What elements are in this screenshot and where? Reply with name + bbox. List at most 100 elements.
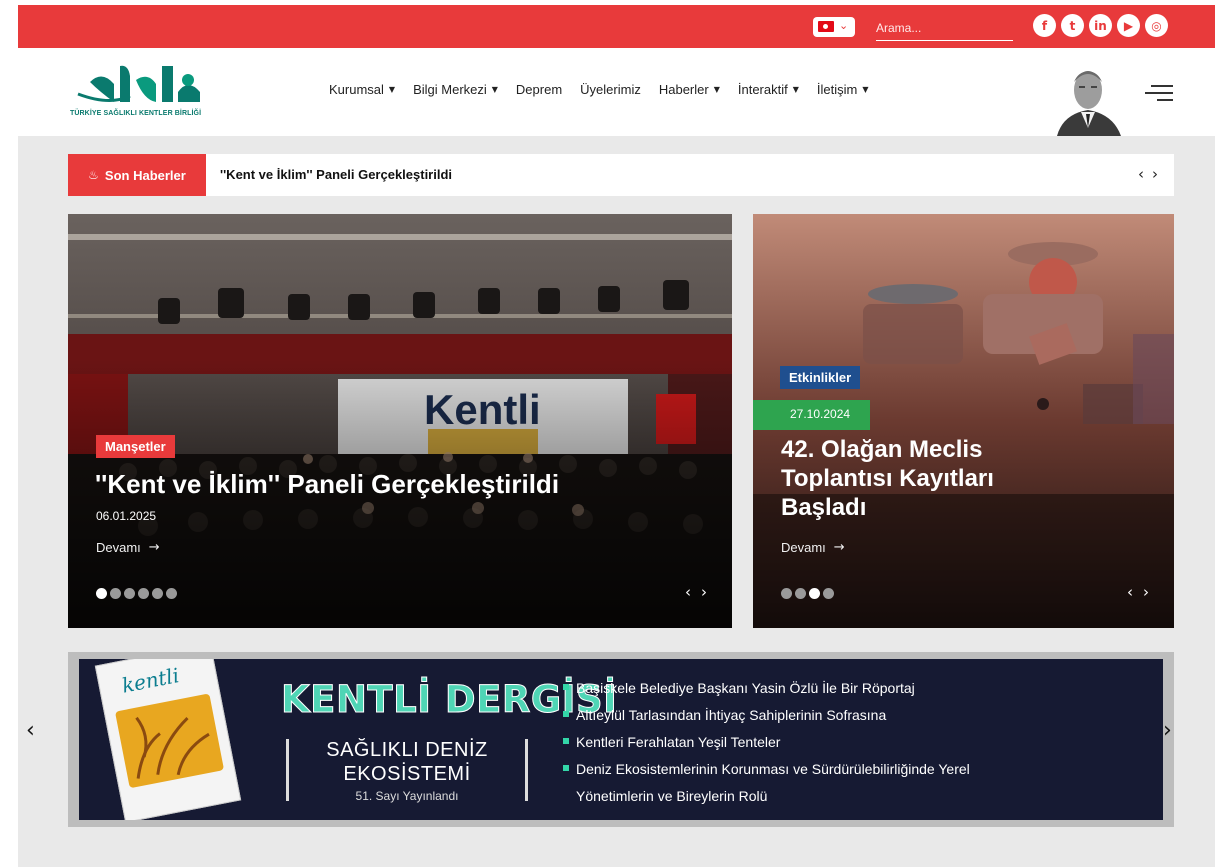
side-prev-icon[interactable]: ‹ <box>1127 583 1133 601</box>
coral-image <box>114 693 225 789</box>
top-bar: ⌄ ftin▶◎ <box>18 5 1215 48</box>
main-slider-dot[interactable] <box>152 588 163 599</box>
more-label: Devamı <box>781 540 826 555</box>
banner-bullet-list: Başiskele Belediye Başkanı Yasin Özlü İl… <box>563 678 970 813</box>
language-selector[interactable]: ⌄ <box>813 17 855 37</box>
main-nav: Kurumsal ▼ Bilgi Merkezi ▼ Deprem Üyelerimiz H… <box>329 82 868 97</box>
breaking-news-ticker: ♨ Son Haberler ''Kent ve İklim'' Paneli … <box>68 154 1174 196</box>
main-slider-dot[interactable] <box>110 588 121 599</box>
magazine-banner-frame: kentli KENTLİ DERGİSİ SAĞLIKLI DENİZ EKO… <box>68 652 1174 827</box>
event-photo: Kentli <box>68 214 732 628</box>
chevron-down-icon: ▼ <box>862 85 869 94</box>
side-headline-line: Başladı <box>781 493 867 521</box>
main-date: 06.01.2025 <box>96 509 157 523</box>
nav-item-label: İletişim <box>816 82 858 97</box>
main-slider-dots <box>96 588 177 599</box>
page-frame: ⌄ ftin▶◎ TÜRKİYE SAĞLIKLI KENTLER BİRLİĞ… <box>18 5 1215 867</box>
main-slider-dot[interactable] <box>166 588 177 599</box>
breaking-news-label: ♨ Son Haberler <box>68 154 206 196</box>
bullet-item: Deniz Ekosistemlerinin Korunması ve Sürd… <box>563 759 970 786</box>
turkey-flag-icon <box>818 21 834 32</box>
fire-icon: ♨ <box>88 168 99 182</box>
breaking-news-text: Son Haberler <box>104 167 186 183</box>
side-headline-line: 42. Olağan Meclis <box>781 436 983 463</box>
chevron-down-icon: ▼ <box>792 85 799 94</box>
youtube-icon[interactable]: ▶ <box>1117 14 1140 37</box>
banner-next-icon[interactable]: › <box>1163 718 1172 743</box>
category-badge[interactable]: Etkinlikler <box>780 366 861 389</box>
side-headline[interactable]: 42. Olağan Meclis Toplantısı Kayıtları B… <box>781 436 994 522</box>
ataturk-portrait <box>1051 62 1126 136</box>
nav-item-label: Deprem <box>515 82 563 97</box>
main-slider-arrows: ‹ › <box>685 583 707 601</box>
chevron-down-icon: ▼ <box>388 85 396 94</box>
bullet-item: Altıeylül Tarlasından İhtiyaç Sahiplerin… <box>563 705 970 732</box>
ticker-nav: ‹ › <box>1138 165 1158 183</box>
side-slider-dot[interactable] <box>781 588 792 599</box>
issue-title-line: SAĞLIKLI DENİZ <box>326 739 488 761</box>
arrow-right-icon: → <box>833 540 845 555</box>
category-badge[interactable]: Manşetler <box>96 435 175 458</box>
search-input[interactable] <box>876 17 1013 39</box>
chevron-down-icon: ⌄ <box>839 19 849 32</box>
side-slider-dot[interactable] <box>809 588 820 599</box>
main-slider-dot[interactable] <box>138 588 149 599</box>
issue-title-line: EKOSİSTEMİ <box>343 763 471 785</box>
nav-item-label: Üyelerimiz <box>580 82 641 97</box>
logo-mark-icon <box>77 65 200 102</box>
ticker-next-icon[interactable]: › <box>1152 165 1158 183</box>
nav-item[interactable]: Üyelerimiz <box>580 82 641 97</box>
facebook-icon[interactable]: f <box>1033 14 1056 37</box>
nav-item[interactable]: Haberler ▼ <box>659 82 720 97</box>
nav-item[interactable]: İnteraktif ▼ <box>738 82 799 97</box>
nav-item-label: Kurumsal <box>329 82 384 97</box>
nav-item-label: Haberler <box>658 82 709 97</box>
main-next-icon[interactable]: › <box>701 583 707 601</box>
nav-item[interactable]: İletişim ▼ <box>817 82 869 97</box>
ticker-prev-icon[interactable]: ‹ <box>1138 165 1144 183</box>
main-slider-dot[interactable] <box>96 588 107 599</box>
menu-hamburger-icon[interactable] <box>1145 85 1173 103</box>
side-more-link[interactable]: Devamı → <box>781 540 845 555</box>
main-more-link[interactable]: Devamı → <box>96 540 160 555</box>
side-slider-arrows: ‹ › <box>1127 583 1149 601</box>
nav-item[interactable]: Bilgi Merkezi ▼ <box>413 82 498 97</box>
bullet-item: Kentleri Ferahlatan Yeşil Tenteler <box>563 732 970 759</box>
breaking-news-headline[interactable]: ''Kent ve İklim'' Paneli Gerçekleştirild… <box>220 167 452 182</box>
issue-number: 51. Sayı Yayınlandı <box>355 789 459 803</box>
side-headline-line: Toplantısı Kayıtları <box>781 464 994 492</box>
main-slider[interactable]: Kentli Manşetler <box>68 214 732 628</box>
chevron-down-icon: ▼ <box>713 85 720 94</box>
magazine-banner[interactable]: kentli KENTLİ DERGİSİ SAĞLIKLI DENİZ EKO… <box>79 659 1163 820</box>
side-slider-dot[interactable] <box>823 588 834 599</box>
magazine-cover: kentli <box>94 659 242 820</box>
issue-box: SAĞLIKLI DENİZ EKOSİSTEMİ 51. Sayı Yayın… <box>286 739 528 803</box>
bullet-item: Başiskele Belediye Başkanı Yasin Özlü İl… <box>563 678 970 705</box>
more-label: Devamı <box>96 540 141 555</box>
site-header: TÜRKİYE SAĞLIKLI KENTLER BİRLİĞİ Kurumsa… <box>18 48 1215 136</box>
side-slider-dots <box>781 588 834 599</box>
main-headline[interactable]: ''Kent ve İklim'' Paneli Gerçekleştirild… <box>95 469 559 500</box>
side-date-badge: 27.10.2024 <box>753 400 870 430</box>
search-box[interactable] <box>876 17 1013 41</box>
main-slider-dot[interactable] <box>124 588 135 599</box>
logo-caption: TÜRKİYE SAĞLIKLI KENTLER BİRLİĞİ <box>70 110 202 117</box>
side-slider[interactable]: Etkinlikler 27.10.2024 42. Olağan Meclis… <box>753 214 1174 628</box>
instagram-icon[interactable]: ◎ <box>1145 14 1168 37</box>
side-next-icon[interactable]: › <box>1143 583 1149 601</box>
main-prev-icon[interactable]: ‹ <box>685 583 691 601</box>
site-logo[interactable]: TÜRKİYE SAĞLIKLI KENTLER BİRLİĞİ <box>70 62 240 124</box>
nav-item-label: Bilgi Merkezi <box>413 82 487 97</box>
coral-icon <box>135 716 210 779</box>
arrow-right-icon: → <box>148 540 160 555</box>
nav-item-label: İnteraktif <box>737 82 788 97</box>
nav-item[interactable]: Deprem <box>516 82 562 97</box>
twitter-icon[interactable]: t <box>1061 14 1084 37</box>
side-slider-dot[interactable] <box>795 588 806 599</box>
banner-prev-icon[interactable]: ‹ <box>26 718 35 743</box>
chevron-down-icon: ▼ <box>491 85 498 94</box>
social-links: f t in ▶ ◎ <box>1033 14 1168 37</box>
linkedin-icon[interactable]: in <box>1089 14 1112 37</box>
nav-item[interactable]: Kurumsal ▼ <box>329 82 395 97</box>
bullet-item-continued: Yönetimlerin ve Bireylerin Rolü <box>576 788 768 804</box>
